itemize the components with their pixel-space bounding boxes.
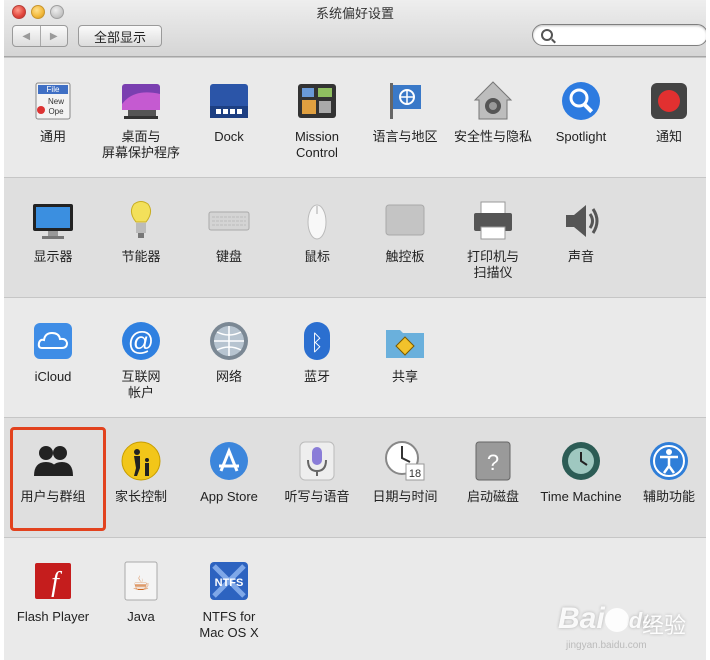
startup-disk-icon: ? — [472, 440, 514, 482]
search-input[interactable] — [557, 27, 701, 43]
pane-label: 键盘 — [215, 249, 242, 264]
sound-icon — [560, 200, 602, 242]
pane-label: 共享 — [391, 369, 418, 384]
pane-label: 鼠标 — [303, 249, 330, 264]
printers-scanners-icon — [472, 200, 514, 242]
pane-label: 听写与语音 — [284, 489, 350, 504]
displays-icon — [32, 200, 74, 242]
highlight-box — [10, 427, 106, 531]
dictation-speech-icon — [296, 440, 338, 482]
ntfs-icon: NTFS — [208, 560, 250, 602]
watermark-url: jingyan.baidu.com — [566, 640, 647, 651]
svg-text:Ope: Ope — [48, 107, 64, 116]
pane-label: 节能器 — [121, 249, 161, 264]
back-forward-control: ◀ ▶ — [12, 25, 68, 47]
general-icon: File New Ope — [32, 80, 74, 122]
pane-label: 通用 — [39, 129, 66, 144]
svg-text:NTFS: NTFS — [215, 577, 244, 589]
back-button[interactable]: ◀ — [13, 26, 40, 46]
watermark-text: 经验 — [642, 613, 687, 638]
language-region-icon — [384, 80, 426, 122]
pane-label: Mission Control — [294, 129, 340, 160]
pane-label: 安全性与隐私 — [453, 129, 532, 144]
pane-label: 显示器 — [33, 249, 73, 264]
pane-label: 日期与时间 — [372, 489, 438, 504]
mission-control-icon — [296, 80, 338, 122]
java-icon: ☕ — [120, 560, 162, 602]
flash-player-icon: f — [32, 560, 74, 602]
paw-icon — [604, 608, 629, 633]
energy-saver-icon — [120, 200, 162, 242]
pane-label: 通知 — [655, 129, 682, 144]
pane-label: 互联网 帐户 — [121, 369, 161, 400]
pane-label: 辅助功能 — [642, 489, 695, 504]
network-icon — [208, 320, 250, 362]
window-title: 系统偏好设置 — [315, 6, 394, 21]
pane-label: Dock — [214, 129, 244, 144]
pane-label: 家长控制 — [114, 489, 167, 504]
spotlight-icon — [560, 80, 602, 122]
desktop-screensaver-icon — [120, 80, 162, 122]
show-all-button[interactable]: 全部显示 — [78, 25, 162, 47]
watermark-brand: Bai — [558, 602, 605, 635]
svg-text:ᛒ: ᛒ — [310, 331, 323, 356]
trackpad-icon — [384, 200, 426, 242]
svg-text:☕: ☕ — [132, 571, 150, 595]
pane-label: Time Machine — [540, 489, 622, 504]
internet-accounts-icon: @ — [120, 320, 162, 362]
mouse-icon — [296, 200, 338, 242]
pane-label: 网络 — [215, 369, 242, 384]
pane-label: 语言与地区 — [372, 129, 438, 144]
svg-text:File: File — [47, 85, 60, 94]
svg-text:18: 18 — [409, 468, 421, 480]
svg-text:New: New — [48, 97, 64, 106]
system-preferences-window: 系统偏好设置 ◀ ▶ 全部显示 File New Ope 通用 桌面与 屏幕保护程序 Do… — [4, 0, 706, 660]
pane-label: Spotlight — [555, 129, 607, 144]
pane-label: 打印机与 扫描仪 — [466, 249, 519, 280]
baidu-watermark-logo: Bai du — [558, 602, 656, 636]
time-machine-icon — [560, 440, 602, 482]
pane-label: 触控板 — [385, 249, 425, 264]
date-time-icon: 18 — [384, 440, 426, 482]
search-icon — [541, 29, 553, 41]
search-field[interactable] — [532, 24, 706, 46]
pane-label: App Store — [200, 489, 258, 504]
icloud-icon — [32, 320, 74, 362]
toolbar: 系统偏好设置 ◀ ▶ 全部显示 — [4, 0, 706, 57]
sharing-icon — [384, 320, 426, 362]
pane-label: NTFS for Mac OS X — [199, 609, 259, 640]
pane-label: Flash Player — [16, 609, 90, 624]
pane-label: 启动磁盘 — [466, 489, 519, 504]
bluetooth-icon: ᛒ — [296, 320, 338, 362]
security-privacy-icon — [472, 80, 514, 122]
pane-label: 桌面与 屏幕保护程序 — [101, 129, 180, 160]
pane-label: 蓝牙 — [303, 369, 330, 384]
keyboard-icon — [208, 200, 250, 242]
parental-controls-icon — [120, 440, 162, 482]
pane-label: iCloud — [34, 369, 72, 384]
notifications-icon — [648, 80, 690, 122]
accessibility-icon — [648, 440, 690, 482]
dock-icon — [208, 80, 250, 122]
pane-label: Java — [127, 609, 155, 624]
svg-text:@: @ — [128, 326, 154, 356]
app-store-icon — [208, 440, 250, 482]
svg-text:?: ? — [487, 450, 499, 475]
pane-label: 声音 — [567, 249, 594, 264]
forward-button[interactable]: ▶ — [39, 26, 68, 46]
